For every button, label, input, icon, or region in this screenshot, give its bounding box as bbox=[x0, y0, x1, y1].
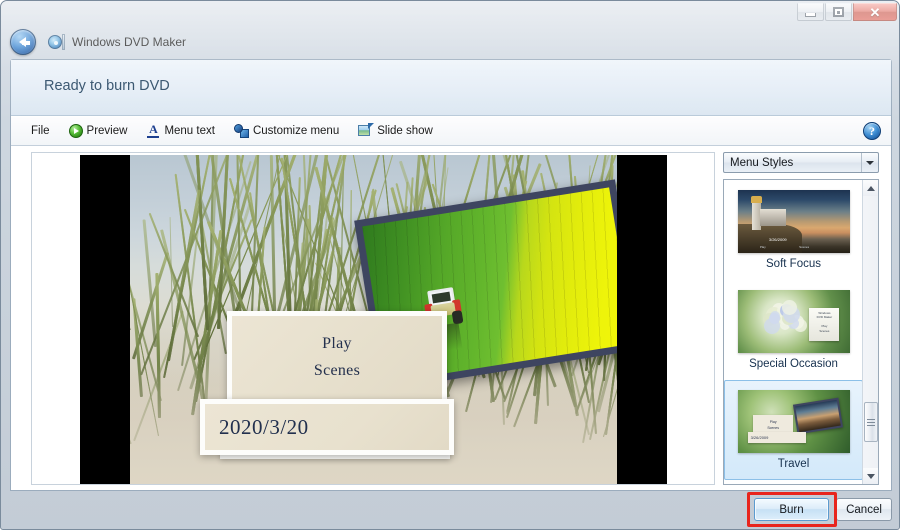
content-panel: Ready to burn DVD File Preview A Menu te… bbox=[10, 59, 892, 491]
back-arrow-icon[interactable] bbox=[10, 29, 36, 55]
text-underline-icon: A bbox=[146, 123, 160, 138]
scrollbar-thumb[interactable] bbox=[864, 402, 878, 442]
play-icon bbox=[68, 124, 83, 138]
cancel-button[interactable]: Cancel bbox=[836, 498, 892, 521]
thumb-card-travel-date: 3/26/2009 bbox=[747, 431, 806, 443]
title-bar: ✕ bbox=[1, 1, 899, 23]
thumb-card-special-occasion: Windows DVD Maker Play Scenes bbox=[809, 307, 840, 341]
preview-stage: Play Scenes 2020/3/20 bbox=[80, 155, 667, 484]
minimize-button[interactable] bbox=[797, 3, 824, 21]
letterbox-left bbox=[80, 155, 130, 484]
menu-styles-dropdown[interactable]: Menu Styles bbox=[723, 152, 879, 173]
toolbar-item-customize-menu[interactable]: Customize menu bbox=[226, 121, 347, 141]
restore-button[interactable] bbox=[825, 3, 852, 21]
menu-styles-scroll-content: 3/26/2009 Play Scenes Soft Focus Windows… bbox=[724, 180, 863, 484]
scroll-down-icon[interactable] bbox=[863, 468, 878, 484]
toolbar: File Preview A Menu text Customize menu bbox=[11, 117, 891, 146]
header-banner: Ready to burn DVD bbox=[11, 60, 891, 116]
close-icon: ✕ bbox=[869, 4, 881, 20]
thumb-nav1-soft-focus: Play bbox=[759, 244, 766, 249]
style-item-special-occasion[interactable]: Windows DVD Maker Play Scenes Special Oc… bbox=[724, 280, 863, 380]
page-title: Ready to burn DVD bbox=[44, 78, 170, 94]
style-label-soft-focus: Soft Focus bbox=[766, 258, 821, 270]
chevron-down-icon bbox=[861, 153, 878, 172]
toolbar-item-menu-text[interactable]: A Menu text bbox=[138, 121, 223, 141]
toolbar-item-slide-show[interactable]: Slide show bbox=[350, 121, 441, 141]
style-label-travel: Travel bbox=[777, 458, 810, 470]
window-controls: ✕ bbox=[797, 3, 897, 21]
style-thumbnail-travel: Play Scenes 3/26/2009 bbox=[737, 390, 850, 453]
app-window: ✕ Windows DVD Maker Ready to burn DVD Fi… bbox=[0, 0, 900, 530]
style-thumbnail-special-occasion: Windows DVD Maker Play Scenes bbox=[737, 290, 850, 353]
scroll-up-icon[interactable] bbox=[863, 180, 878, 196]
menu-preview[interactable]: Play Scenes 2020/3/20 bbox=[31, 152, 715, 485]
style-label-special-occasion: Special Occasion bbox=[749, 358, 838, 370]
style-thumbnail-soft-focus: 3/26/2009 Play Scenes bbox=[737, 190, 850, 253]
toolbar-item-file[interactable]: File bbox=[23, 122, 58, 140]
slideshow-icon bbox=[358, 123, 375, 138]
menu-date-card: 2020/3/20 bbox=[200, 399, 454, 455]
menu-styles-dropdown-label: Menu Styles bbox=[730, 156, 794, 169]
toolbar-label-slide-show: Slide show bbox=[377, 125, 433, 137]
burn-button[interactable]: Burn bbox=[754, 498, 829, 521]
toolbar-label-file: File bbox=[31, 125, 50, 137]
close-button[interactable]: ✕ bbox=[853, 3, 897, 21]
footer-bar: Burn Cancel bbox=[10, 491, 892, 527]
menu-item-play[interactable]: Play bbox=[322, 335, 352, 353]
body-area: Play Scenes 2020/3/20 Menu Styles 3/26/2… bbox=[11, 147, 891, 490]
minimize-icon bbox=[805, 12, 816, 17]
restore-icon bbox=[833, 7, 844, 17]
app-title: Windows DVD Maker bbox=[72, 35, 187, 49]
menu-item-scenes[interactable]: Scenes bbox=[314, 362, 360, 380]
toolbar-item-preview[interactable]: Preview bbox=[61, 121, 136, 141]
help-icon[interactable]: ? bbox=[863, 122, 881, 140]
styles-sidebar: Menu Styles 3/26/2009 Play Scenes Soft F… bbox=[723, 152, 881, 485]
style-item-soft-focus[interactable]: 3/26/2009 Play Scenes Soft Focus bbox=[724, 180, 863, 280]
style-item-travel[interactable]: Play Scenes 3/26/2009 Travel bbox=[724, 380, 863, 480]
toolbar-label-menu-text: Menu text bbox=[164, 125, 215, 137]
styles-scrollbar[interactable] bbox=[862, 180, 878, 484]
shapes-icon bbox=[233, 124, 249, 138]
toolbar-label-customize-menu: Customize menu bbox=[252, 125, 340, 137]
menu-items-card: Play Scenes bbox=[227, 311, 447, 404]
dvd-maker-icon bbox=[48, 33, 65, 51]
menu-styles-list: 3/26/2009 Play Scenes Soft Focus Windows… bbox=[723, 179, 879, 485]
thumb-date-soft-focus: 3/26/2009 bbox=[768, 237, 787, 243]
toolbar-label-preview: Preview bbox=[86, 125, 128, 137]
letterbox-right bbox=[617, 155, 667, 484]
thumb-nav2-soft-focus: Scenes bbox=[799, 244, 810, 249]
menu-date-text[interactable]: 2020/3/20 bbox=[205, 415, 309, 440]
navigation-row: Windows DVD Maker bbox=[1, 25, 899, 59]
